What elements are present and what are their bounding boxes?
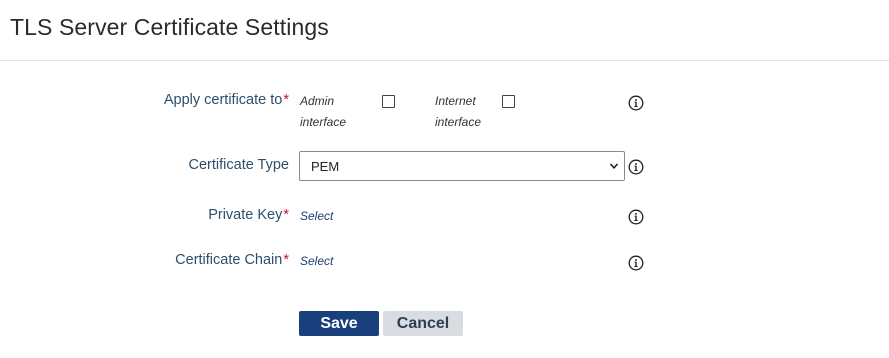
private-key-label: Private Key*	[208, 207, 289, 223]
required-mark: *	[283, 252, 289, 268]
required-mark: *	[283, 207, 289, 223]
required-mark: *	[283, 92, 289, 108]
internet-interface-checkbox[interactable]	[502, 95, 515, 108]
internet-interface-label-line2: interface	[435, 115, 482, 129]
save-button[interactable]: Save	[299, 311, 379, 336]
cancel-button[interactable]: Cancel	[383, 311, 463, 336]
private-key-label-text: Private Key	[208, 207, 283, 223]
internet-interface-label: Internet interface	[435, 91, 481, 133]
admin-interface-checkbox[interactable]	[382, 95, 395, 108]
admin-interface-label-line1: Admin	[300, 94, 335, 108]
private-key-select-link[interactable]: Select	[300, 209, 333, 223]
info-icon[interactable]	[628, 255, 644, 271]
apply-certificate-label: Apply certificate to*	[164, 92, 289, 108]
page-header: TLS Server Certificate Settings	[0, 0, 889, 61]
internet-interface-label-line1: Internet	[435, 94, 476, 108]
admin-interface-label-line2: interface	[300, 115, 347, 129]
apply-certificate-label-text: Apply certificate to	[163, 92, 283, 108]
certificate-type-select[interactable]: PEM	[299, 151, 625, 181]
page-title: TLS Server Certificate Settings	[10, 14, 329, 40]
certificate-chain-label-text: Certificate Chain	[175, 252, 283, 268]
certificate-type-label: Certificate Type	[188, 157, 289, 173]
certificate-settings-form: Apply certificate to* Admin interface In…	[0, 61, 889, 358]
certificate-type-value: PEM	[311, 159, 340, 174]
chevron-down-icon	[609, 163, 619, 169]
info-icon[interactable]	[628, 209, 644, 225]
certificate-chain-select-link[interactable]: Select	[300, 254, 333, 268]
admin-interface-label: Admin interface	[300, 91, 346, 133]
certificate-chain-label: Certificate Chain*	[175, 252, 289, 268]
info-icon[interactable]	[628, 159, 644, 175]
info-icon[interactable]	[628, 95, 644, 111]
